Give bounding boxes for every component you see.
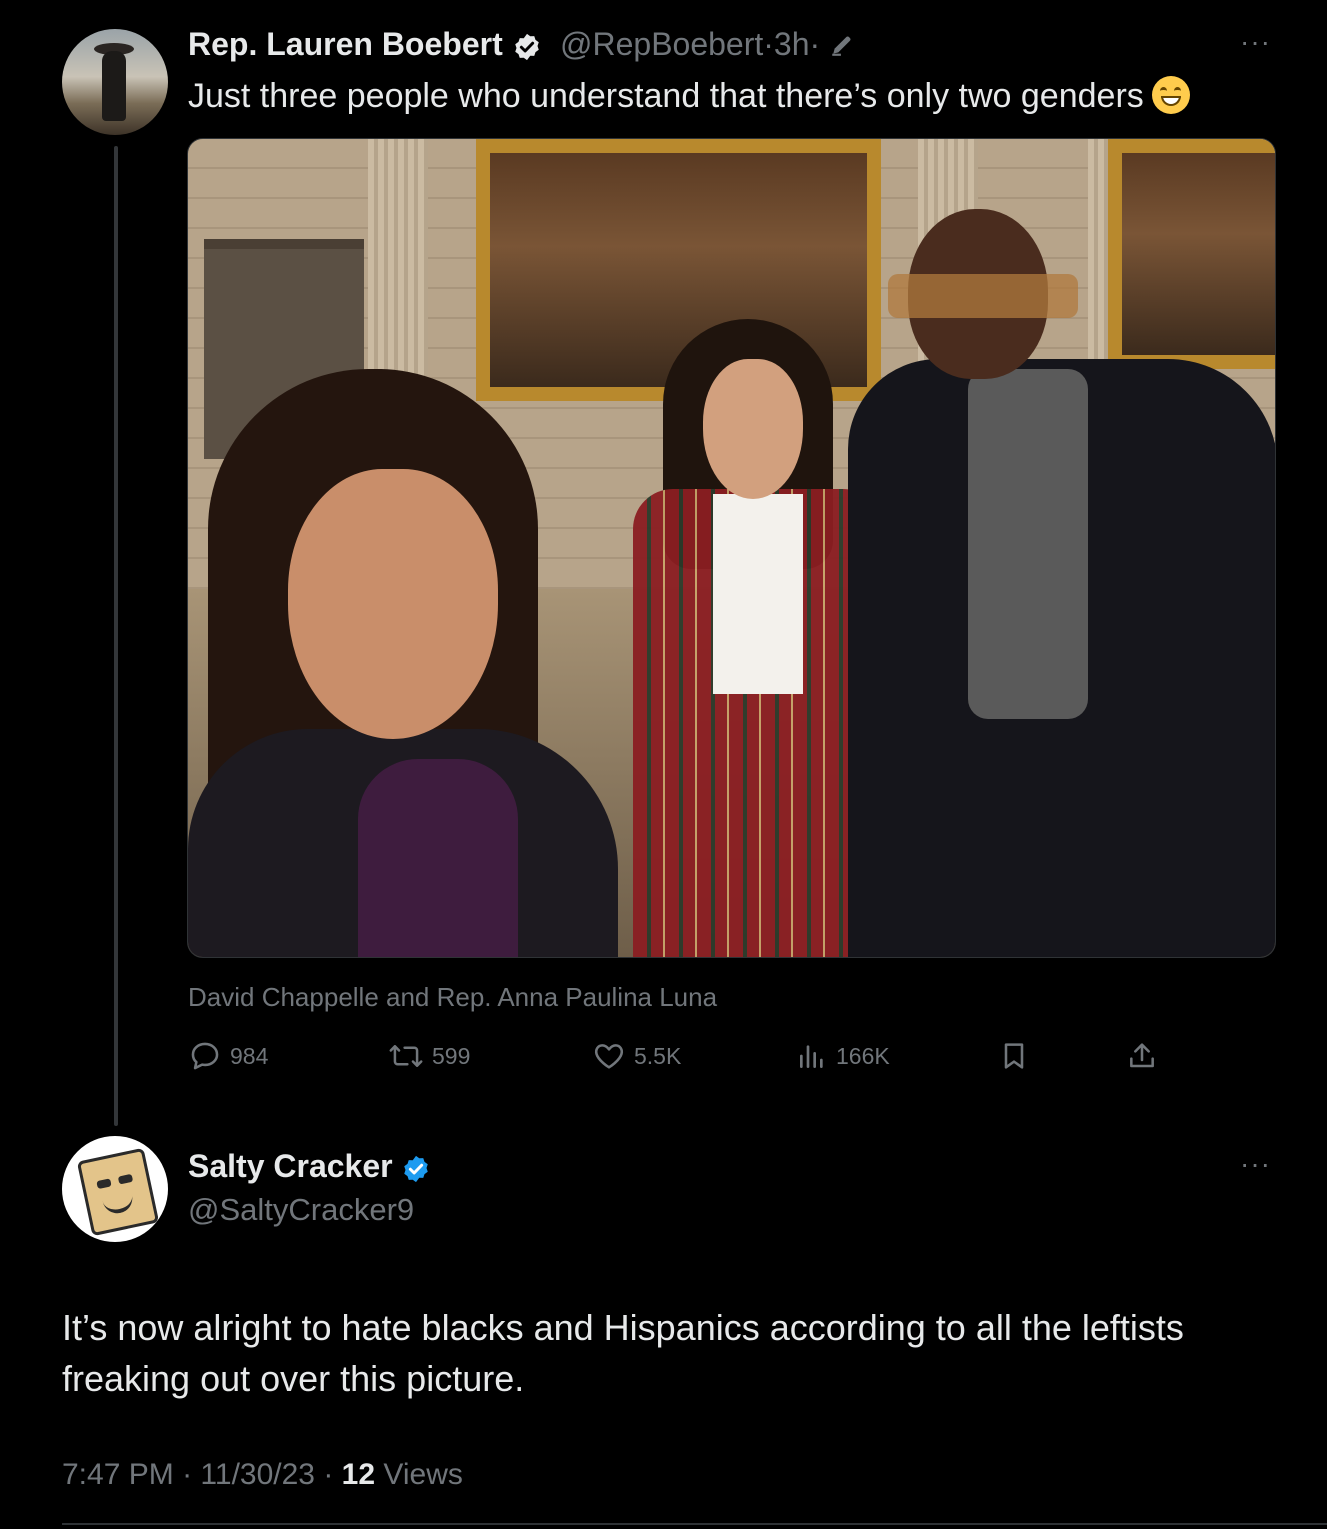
separator: · xyxy=(809,26,821,62)
tweet1-text: Just three people who understand that th… xyxy=(188,76,1190,116)
like-button[interactable]: 5.5K xyxy=(592,1036,681,1076)
author-handle[interactable]: @RepBoebert xyxy=(560,26,763,62)
thread-connector-line xyxy=(114,146,118,1126)
more-options-icon[interactable]: ··· xyxy=(1240,26,1271,58)
views-count: 166K xyxy=(836,1042,890,1069)
author-display-name[interactable]: Rep. Lauren Boebert xyxy=(188,26,503,62)
bookmark-icon xyxy=(1004,1043,1024,1069)
edited-pencil-icon[interactable] xyxy=(829,32,855,58)
views-button[interactable]: 166K xyxy=(796,1036,890,1076)
reply-button[interactable]: 984 xyxy=(188,1036,268,1076)
separator: · xyxy=(323,1458,334,1491)
tweet-body-text: Just three people who understand that th… xyxy=(188,77,1144,115)
reply-count: 984 xyxy=(230,1042,269,1069)
verified-badge-icon xyxy=(404,1155,429,1182)
tweet-date[interactable]: 11/30/23 xyxy=(200,1458,315,1491)
bookmark-button[interactable] xyxy=(998,1036,1030,1076)
verified-badge-icon xyxy=(514,33,539,60)
heart-icon xyxy=(594,1044,624,1069)
tweet2-text: It’s now alright to hate blacks and Hisp… xyxy=(62,1307,1184,1399)
tweet-timestamp-row: 7:47 PM · 11/30/23 · 12 Views xyxy=(62,1458,463,1492)
repost-icon xyxy=(389,1045,423,1067)
author-handle[interactable]: @SaltyCracker9 xyxy=(188,1192,414,1228)
repost-count: 599 xyxy=(432,1042,471,1069)
tweet-photo[interactable] xyxy=(187,138,1276,958)
avatar-rep-boebert[interactable] xyxy=(62,29,168,135)
tweet1-meta: @RepBoebert·3h· xyxy=(560,26,855,63)
avatar-salty-cracker[interactable] xyxy=(62,1136,168,1242)
tweet1-header-name: Rep. Lauren Boebert xyxy=(188,26,542,63)
more-options-icon[interactable]: ··· xyxy=(1240,1148,1271,1180)
grinning-face-emoji-icon xyxy=(1151,76,1190,114)
tweet-age[interactable]: 3h xyxy=(774,26,810,62)
share-icon xyxy=(1130,1043,1154,1068)
separator: · xyxy=(763,26,774,62)
separator: · xyxy=(182,1458,193,1491)
divider xyxy=(62,1523,1327,1525)
share-button[interactable] xyxy=(1126,1036,1158,1076)
image-caption: David Chappelle and Rep. Anna Paulina Lu… xyxy=(188,982,718,1012)
reply-icon xyxy=(191,1042,219,1070)
like-count: 5.5K xyxy=(634,1042,682,1069)
repost-button[interactable]: 599 xyxy=(388,1036,470,1076)
author-display-name[interactable]: Salty Cracker xyxy=(188,1148,393,1184)
tweet-time[interactable]: 7:47 PM xyxy=(62,1458,174,1491)
views-chart-icon xyxy=(800,1045,823,1068)
views-count: 12 xyxy=(341,1458,376,1491)
views-label: Views xyxy=(383,1458,463,1491)
tweet2-header-name: Salty Cracker xyxy=(188,1148,431,1185)
